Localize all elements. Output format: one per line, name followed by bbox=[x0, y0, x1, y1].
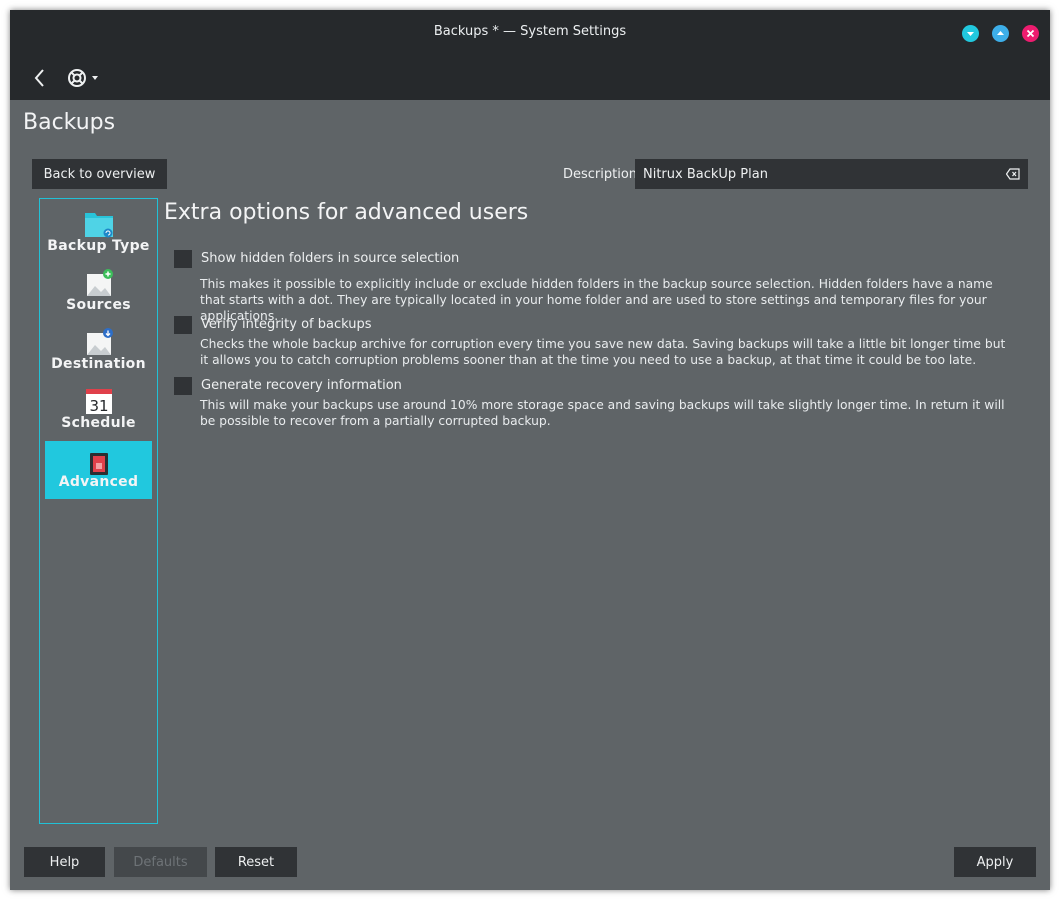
sidebar-item-sources[interactable]: Sources bbox=[45, 264, 152, 322]
chevron-left-icon bbox=[34, 69, 44, 87]
sidebar-item-backup-type[interactable]: Backup Type bbox=[45, 205, 152, 263]
apply-button[interactable]: Apply bbox=[954, 847, 1036, 877]
help-menu-button[interactable] bbox=[66, 66, 106, 90]
sidebar-item-advanced[interactable]: Advanced bbox=[45, 441, 152, 499]
toolbar bbox=[10, 56, 1050, 100]
calendar-day: 31 bbox=[89, 397, 108, 415]
reset-button[interactable]: Reset bbox=[215, 847, 297, 877]
settings-switch-icon bbox=[90, 453, 108, 475]
sidebar-item-schedule[interactable]: 31 Schedule bbox=[45, 382, 152, 440]
option-description: Checks the whole backup archive for corr… bbox=[200, 337, 1006, 367]
option-label[interactable]: Verify integrity of backups bbox=[201, 317, 372, 332]
verify-integrity-checkbox[interactable] bbox=[174, 316, 192, 334]
option-label[interactable]: Show hidden folders in source selection bbox=[201, 251, 459, 266]
clear-text-icon[interactable] bbox=[1006, 168, 1020, 180]
lifebuoy-icon bbox=[68, 69, 98, 87]
description-value: Nitrux BackUp Plan bbox=[643, 166, 768, 182]
back-button[interactable] bbox=[30, 66, 52, 90]
help-button[interactable]: Help bbox=[24, 847, 105, 877]
close-button[interactable] bbox=[1022, 25, 1039, 42]
sidebar-item-label: Advanced bbox=[58, 474, 139, 490]
title-bar[interactable]: Backups * — System Settings bbox=[10, 10, 1050, 56]
sidebar-item-destination[interactable]: Destination bbox=[45, 323, 152, 381]
show-hidden-folders-checkbox[interactable] bbox=[174, 250, 192, 268]
back-to-overview-button[interactable]: Back to overview bbox=[32, 159, 167, 189]
section-title: Extra options for advanced users bbox=[164, 200, 529, 225]
chevron-down-icon bbox=[967, 32, 974, 36]
maximize-button[interactable] bbox=[992, 25, 1009, 42]
drive-download-icon bbox=[87, 328, 113, 355]
sidebar-item-label: Backup Type bbox=[47, 238, 150, 254]
calendar-icon: 31 bbox=[86, 389, 112, 415]
defaults-button[interactable]: Defaults bbox=[114, 847, 207, 877]
recovery-information-checkbox[interactable] bbox=[174, 377, 192, 395]
description-label: Description: bbox=[563, 167, 642, 182]
sidebar-item-label: Schedule bbox=[61, 415, 136, 431]
chevron-up-icon bbox=[997, 31, 1004, 35]
description-input[interactable]: Nitrux BackUp Plan bbox=[635, 159, 1028, 189]
option-description: This will make your backups use around 1… bbox=[200, 398, 1005, 428]
sidebar-item-label: Sources bbox=[66, 297, 131, 313]
page-sidebar: Backup Type Sources Destination 31 Sched… bbox=[39, 198, 158, 824]
system-settings-window: Backups * — System Settings Backups Back… bbox=[10, 10, 1050, 890]
window-title: Backups * — System Settings bbox=[433, 24, 627, 39]
option-label[interactable]: Generate recovery information bbox=[201, 378, 402, 393]
close-icon bbox=[1026, 29, 1035, 38]
drive-add-icon bbox=[87, 269, 113, 296]
minimize-button[interactable] bbox=[962, 25, 979, 42]
folder-icon bbox=[85, 213, 113, 238]
sidebar-item-label: Destination bbox=[51, 356, 146, 372]
page-title: Backups bbox=[23, 110, 116, 135]
